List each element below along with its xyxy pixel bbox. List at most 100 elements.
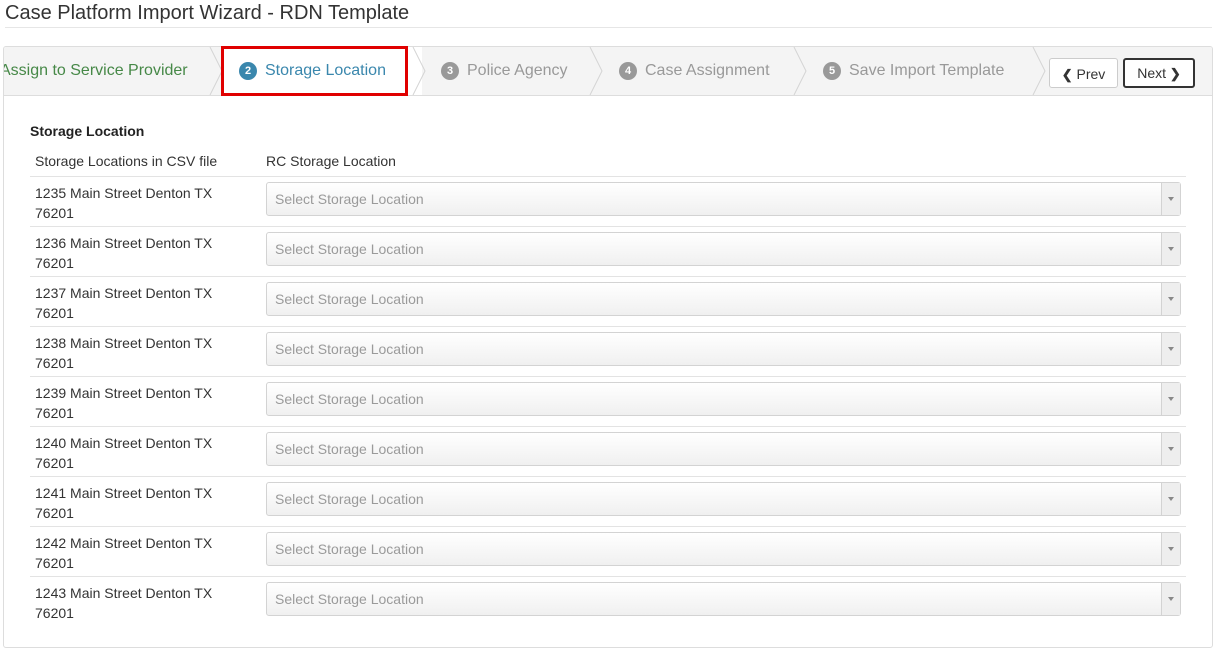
address-zip: 76201 — [35, 305, 74, 321]
storage-location-select[interactable]: Select Storage Location — [266, 432, 1181, 466]
wizard-step-label: Save Import Template — [849, 62, 1005, 79]
storage-location-select[interactable]: Select Storage Location — [266, 582, 1181, 616]
csv-storage-location: 1237 Main Street Denton TX 76201 — [35, 283, 235, 323]
next-button[interactable]: Next ❯ — [1123, 58, 1195, 88]
storage-location-select[interactable]: Select Storage Location — [266, 232, 1181, 266]
caret-down-icon — [1168, 347, 1174, 351]
column-header-rc-storage-location: RC Storage Location — [266, 153, 396, 169]
csv-storage-location: 1235 Main Street Denton TX 76201 — [35, 183, 235, 223]
caret-down-icon — [1168, 297, 1174, 301]
caret-down-icon — [1168, 397, 1174, 401]
step-number-badge: 3 — [441, 62, 459, 80]
wizard-step-police-agency[interactable]: 3 Police Agency — [441, 47, 568, 95]
wizard-step-case-assignment[interactable]: 4 Case Assignment — [619, 47, 770, 95]
page-title: Case Platform Import Wizard - RDN Templa… — [5, 2, 410, 24]
step-separator-chevron — [1032, 47, 1046, 95]
table-row: 1243 Main Street Denton TX 76201 Select St… — [30, 576, 1186, 626]
next-button-label: Next — [1137, 65, 1166, 81]
table-row: 1240 Main Street Denton TX 76201 Select St… — [30, 426, 1186, 476]
csv-storage-location: 1241 Main Street Denton TX 76201 — [35, 483, 235, 523]
address-zip: 76201 — [35, 455, 74, 471]
step-separator-chevron — [412, 47, 426, 95]
table-row: 1238 Main Street Denton TX 76201 Select St… — [30, 326, 1186, 376]
address-zip: 76201 — [35, 255, 74, 271]
step-number-badge: 4 — [619, 62, 637, 80]
table-row: 1235 Main Street Denton TX 76201 Select St… — [30, 176, 1186, 226]
wizard-step-label: Police Agency — [467, 62, 568, 79]
address-street: 1242 Main Street Denton TX — [35, 535, 213, 551]
dropdown-toggle[interactable] — [1161, 333, 1180, 365]
wizard-step-save-import-template[interactable]: 5 Save Import Template — [823, 47, 1004, 95]
address-street: 1243 Main Street Denton TX — [35, 585, 213, 601]
storage-location-select[interactable]: Select Storage Location — [266, 482, 1181, 516]
dropdown-toggle[interactable] — [1161, 483, 1180, 515]
csv-storage-location: 1236 Main Street Denton TX 76201 — [35, 233, 235, 273]
address-zip: 76201 — [35, 505, 74, 521]
dropdown-toggle[interactable] — [1161, 583, 1180, 615]
storage-location-select[interactable]: Select Storage Location — [266, 382, 1181, 416]
address-zip: 76201 — [35, 605, 74, 621]
select-placeholder: Select Storage Location — [275, 591, 424, 607]
table-row: 1237 Main Street Denton TX 76201 Select St… — [30, 276, 1186, 326]
prev-button[interactable]: ❮ Prev — [1049, 58, 1118, 88]
dropdown-toggle[interactable] — [1161, 383, 1180, 415]
step-separator-chevron — [209, 47, 223, 95]
step-separator-chevron — [793, 47, 807, 95]
caret-down-icon — [1168, 497, 1174, 501]
prev-button-label: Prev — [1076, 66, 1106, 82]
dropdown-toggle[interactable] — [1161, 233, 1180, 265]
table-row: 1236 Main Street Denton TX 76201 Select St… — [30, 226, 1186, 276]
address-zip: 76201 — [35, 205, 74, 221]
storage-location-select[interactable]: Select Storage Location — [266, 532, 1181, 566]
address-zip: 76201 — [35, 405, 74, 421]
csv-storage-location: 1243 Main Street Denton TX 76201 — [35, 583, 235, 623]
wizard-step-label: Case Assignment — [645, 62, 770, 79]
column-header-csv-locations: Storage Locations in CSV file — [35, 153, 218, 169]
select-placeholder: Select Storage Location — [275, 441, 424, 457]
wizard-step-assign-service-provider[interactable]: Assign to Service Provider — [3, 47, 188, 95]
wizard-step-label: Assign to Service Provider — [3, 62, 188, 79]
address-street: 1240 Main Street Denton TX — [35, 435, 213, 451]
table-row: 1239 Main Street Denton TX 76201 Select St… — [30, 376, 1186, 426]
address-street: 1238 Main Street Denton TX — [35, 335, 213, 351]
address-street: 1241 Main Street Denton TX — [35, 485, 213, 501]
table-row: 1241 Main Street Denton TX 76201 Select St… — [30, 476, 1186, 526]
caret-down-icon — [1168, 447, 1174, 451]
address-zip: 76201 — [35, 355, 74, 371]
select-placeholder: Select Storage Location — [275, 291, 424, 307]
table-row: 1242 Main Street Denton TX 76201 Select St… — [30, 526, 1186, 576]
caret-down-icon — [1168, 247, 1174, 251]
storage-location-select[interactable]: Select Storage Location — [266, 282, 1181, 316]
wizard-step-storage-location[interactable]: 2 Storage Location — [223, 47, 422, 95]
storage-location-select[interactable]: Select Storage Location — [266, 182, 1181, 216]
chevron-right-icon: ❯ — [1169, 66, 1181, 81]
address-zip: 76201 — [35, 555, 74, 571]
csv-storage-location: 1238 Main Street Denton TX 76201 — [35, 333, 235, 373]
address-street: 1236 Main Street Denton TX — [35, 235, 213, 251]
caret-down-icon — [1168, 197, 1174, 201]
select-placeholder: Select Storage Location — [275, 341, 424, 357]
address-street: 1235 Main Street Denton TX — [35, 185, 213, 201]
select-placeholder: Select Storage Location — [275, 191, 424, 207]
dropdown-toggle[interactable] — [1161, 533, 1180, 565]
select-placeholder: Select Storage Location — [275, 241, 424, 257]
csv-storage-location: 1242 Main Street Denton TX 76201 — [35, 533, 235, 573]
address-street: 1237 Main Street Denton TX — [35, 285, 213, 301]
step-number-badge: 2 — [239, 62, 257, 80]
storage-location-select[interactable]: Select Storage Location — [266, 332, 1181, 366]
dropdown-toggle[interactable] — [1161, 183, 1180, 215]
address-street: 1239 Main Street Denton TX — [35, 385, 213, 401]
title-divider — [5, 27, 1212, 28]
dropdown-toggle[interactable] — [1161, 283, 1180, 315]
section-heading: Storage Location — [30, 123, 145, 139]
select-placeholder: Select Storage Location — [275, 391, 424, 407]
select-placeholder: Select Storage Location — [275, 541, 424, 557]
dropdown-toggle[interactable] — [1161, 433, 1180, 465]
select-placeholder: Select Storage Location — [275, 491, 424, 507]
step-separator-chevron — [589, 47, 603, 95]
wizard-steps-bar: Assign to Service Provider 2 Storage Loca… — [4, 47, 1212, 96]
wizard-step-label: Storage Location — [265, 62, 386, 79]
step-number-badge: 5 — [823, 62, 841, 80]
caret-down-icon — [1168, 597, 1174, 601]
chevron-left-icon: ❮ — [1061, 67, 1073, 82]
